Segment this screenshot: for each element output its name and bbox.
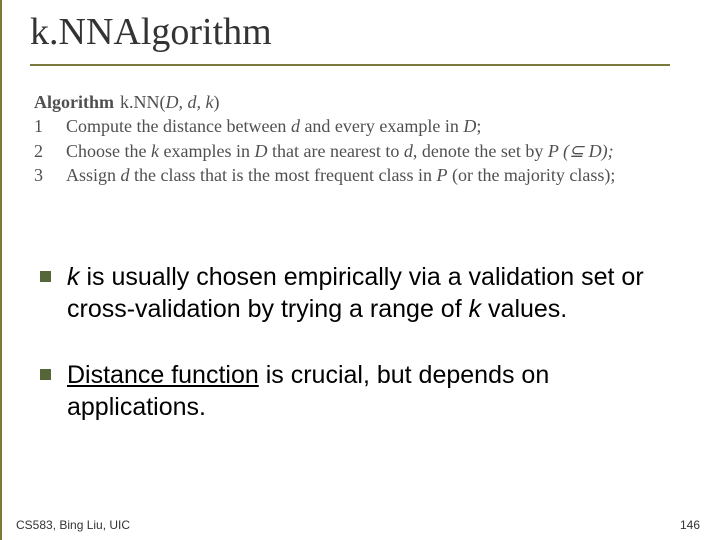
algorithm-block: Algorithm k.NN(D, d, k) 1 Compute the di… xyxy=(34,90,694,187)
step-number: 1 xyxy=(34,114,48,138)
step-number: 2 xyxy=(34,139,48,163)
page-number: 146 xyxy=(680,518,700,532)
step-text: Choose the k examples in D that are near… xyxy=(66,139,614,163)
algorithm-step: 1 Compute the distance between d and eve… xyxy=(34,114,694,138)
bullet-item: k is usually chosen empirically via a va… xyxy=(40,261,680,325)
step-text: Compute the distance between d and every… xyxy=(66,114,481,138)
algorithm-header: Algorithm k.NN(D, d, k) xyxy=(34,90,694,114)
bullet-square-icon xyxy=(40,271,51,282)
algorithm-step: 3 Assign d the class that is the most fr… xyxy=(34,163,694,187)
algorithm-step: 2 Choose the k examples in D that are ne… xyxy=(34,139,694,163)
bullet-square-icon xyxy=(40,369,51,380)
bullet-list: k is usually chosen empirically via a va… xyxy=(40,261,680,423)
title-area: k.NNAlgorithm xyxy=(2,0,720,58)
slide-title: k.NNAlgorithm xyxy=(30,10,720,54)
bullet-text: k is usually chosen empirically via a va… xyxy=(67,261,680,325)
step-number: 3 xyxy=(34,163,48,187)
title-underline xyxy=(30,64,670,66)
algorithm-name: k.NN(D, d, k) xyxy=(120,90,220,114)
algorithm-keyword: Algorithm xyxy=(34,90,114,114)
step-text: Assign d the class that is the most freq… xyxy=(66,163,615,187)
bullet-item: Distance function is crucial, but depend… xyxy=(40,359,680,423)
slide-container: k.NNAlgorithm Algorithm k.NN(D, d, k) 1 … xyxy=(0,0,720,540)
bullet-text: Distance function is crucial, but depend… xyxy=(67,359,680,423)
footer-text: CS583, Bing Liu, UIC xyxy=(16,518,130,532)
